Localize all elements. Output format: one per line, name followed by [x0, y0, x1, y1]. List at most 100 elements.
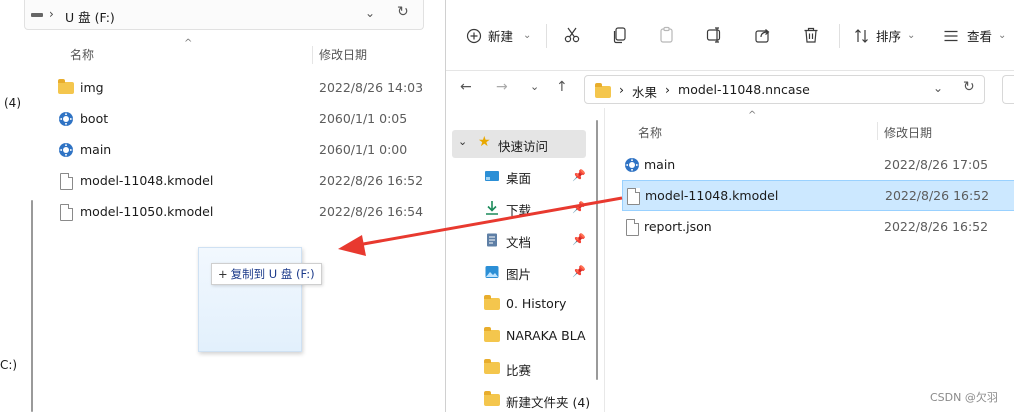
- file-row-main[interactable]: main 2060/1/1 0:00: [36, 135, 436, 166]
- column-divider[interactable]: [312, 46, 313, 64]
- cut-button[interactable]: [563, 26, 581, 44]
- nav-item-fragment[interactable]: (4): [4, 96, 21, 110]
- toolbar-divider: [546, 24, 547, 48]
- file-date: 2022/8/26 17:05: [884, 157, 989, 172]
- nav-item-folder[interactable]: 0. History: [446, 288, 586, 320]
- file-date: 2022/8/26 16:52: [319, 173, 424, 188]
- pin-icon[interactable]: 📌: [572, 265, 586, 278]
- nav-item-pictures[interactable]: 图片 📌: [446, 256, 586, 288]
- nav-item-documents[interactable]: 文档 📌: [446, 224, 586, 256]
- left-file-list: ^ 名称 修改日期 img 2022/8/26 14:03 boot 2060/…: [36, 38, 436, 412]
- chevron-down-icon[interactable]: ⌄: [933, 81, 943, 95]
- breadcrumb: › 水果 › model-11048.nncase: [619, 82, 810, 101]
- nav-label: NARAKA BLA: [506, 328, 586, 343]
- recent-locations-icon[interactable]: ⌄: [530, 80, 539, 93]
- sort-up-icon[interactable]: ^: [184, 38, 192, 49]
- rename-icon: [706, 27, 721, 43]
- command-bar: 新建 ⌄ 排序 ⌄ 查看 ⌄: [446, 0, 1014, 71]
- share-button[interactable]: [754, 26, 772, 44]
- gear-icon: [58, 111, 74, 127]
- file-icon: [58, 173, 74, 190]
- nav-item-fragment[interactable]: C:): [0, 358, 17, 372]
- toolbar-divider: [839, 24, 840, 48]
- chevron-down-icon: ⌄: [523, 30, 532, 41]
- file-row-report-json[interactable]: report.json 2022/8/26 16:52: [622, 212, 1014, 243]
- folder-icon: [484, 359, 500, 376]
- chevron-down-icon[interactable]: ⌄: [365, 6, 375, 20]
- new-button[interactable]: 新建 ⌄: [466, 26, 531, 45]
- file-date: 2022/8/26 16:52: [885, 188, 990, 203]
- file-name: model-11048.kmodel: [80, 173, 214, 188]
- folder-icon: [484, 327, 500, 344]
- nav-item-folder[interactable]: 新建文件夹 (4): [446, 384, 590, 416]
- sort-button[interactable]: 排序 ⌄: [854, 26, 915, 45]
- breadcrumb-separator: ›: [665, 82, 671, 97]
- address-path[interactable]: U 盘 (F:): [65, 7, 115, 26]
- file-row-model-11048-selected[interactable]: model-11048.kmodel 2022/8/26 16:52: [622, 180, 1014, 211]
- search-box[interactable]: [1002, 75, 1014, 104]
- file-name: img: [80, 80, 104, 95]
- address-separator: ›: [49, 7, 54, 21]
- nav-label: 新建文件夹 (4): [506, 395, 590, 410]
- file-name: model-11048.kmodel: [645, 188, 779, 203]
- pin-icon[interactable]: 📌: [572, 233, 586, 246]
- paste-icon: [660, 26, 673, 43]
- refresh-icon[interactable]: ↻: [397, 4, 409, 20]
- file-row-main[interactable]: main 2022/8/26 17:05: [622, 150, 1014, 181]
- watermark: CSDN @欠羽: [930, 391, 998, 404]
- pin-icon[interactable]: 📌: [572, 201, 586, 214]
- column-header-date[interactable]: 修改日期: [884, 124, 932, 141]
- column-header-date[interactable]: 修改日期: [319, 46, 367, 63]
- column-header-name[interactable]: 名称: [638, 124, 662, 141]
- pane-divider[interactable]: [604, 108, 605, 412]
- view-button[interactable]: 查看 ⌄: [943, 26, 1006, 45]
- column-header-name[interactable]: 名称: [70, 46, 94, 63]
- view-list-icon: [944, 30, 958, 41]
- refresh-icon[interactable]: ↻: [963, 79, 975, 95]
- breadcrumb-item[interactable]: model-11048.nncase: [678, 82, 810, 101]
- trash-icon: [804, 27, 818, 43]
- folder-icon: [484, 391, 500, 408]
- sort-up-icon[interactable]: ^: [748, 110, 756, 121]
- navigation-bar: ← → ⌄ ↑ › 水果 › model-11048.nncase ⌄ ↻: [446, 70, 1014, 108]
- view-label: 查看: [967, 29, 993, 44]
- nav-quick-access[interactable]: ⌄ ★ 快速访问: [452, 130, 586, 158]
- rename-button[interactable]: [706, 26, 724, 44]
- left-address-bar[interactable]: › U 盘 (F:) ⌄ ↻: [24, 0, 424, 30]
- file-row-img[interactable]: img 2022/8/26 14:03: [36, 73, 436, 104]
- breadcrumb-separator: ›: [619, 82, 624, 97]
- forward-arrow-icon[interactable]: →: [496, 79, 508, 95]
- column-divider[interactable]: [877, 122, 878, 140]
- nav-item-desktop[interactable]: 桌面 📌: [446, 160, 586, 192]
- copy-button[interactable]: [611, 26, 629, 44]
- picture-icon: [485, 266, 499, 278]
- file-row-model-11050[interactable]: model-11050.kmodel 2022/8/26 16:54: [36, 197, 436, 228]
- folder-icon: [484, 295, 500, 312]
- nav-item-folder[interactable]: 比赛: [446, 352, 586, 384]
- new-label: 新建: [488, 29, 514, 44]
- delete-button[interactable]: [802, 26, 820, 44]
- breadcrumb-item[interactable]: 水果: [632, 82, 657, 101]
- file-date: 2022/8/26 14:03: [319, 80, 424, 95]
- file-name: report.json: [644, 219, 712, 234]
- address-bar[interactable]: › 水果 › model-11048.nncase ⌄ ↻: [584, 75, 985, 104]
- file-name: main: [644, 157, 676, 172]
- download-icon: [486, 201, 498, 215]
- nav-item-folder[interactable]: NARAKA BLA: [446, 320, 586, 352]
- file-row-model-11048[interactable]: model-11048.kmodel 2022/8/26 16:52: [36, 166, 436, 197]
- sort-label: 排序: [876, 29, 902, 44]
- file-icon: [58, 204, 74, 221]
- scissors-icon: [564, 27, 580, 43]
- paste-button[interactable]: [658, 26, 676, 44]
- nav-label: 0. History: [506, 296, 567, 311]
- up-arrow-icon[interactable]: ↑: [556, 79, 568, 95]
- pin-icon[interactable]: 📌: [572, 169, 586, 182]
- nav-scrollbar[interactable]: [31, 200, 33, 412]
- nav-pane: ⌄ ★ 快速访问 桌面 📌 下载 📌 文档 📌 图片 📌 0. History: [446, 120, 601, 412]
- file-icon: [624, 219, 640, 236]
- nav-item-downloads[interactable]: 下载 📌: [446, 192, 586, 224]
- file-date: 2060/1/1 0:00: [319, 142, 408, 157]
- nav-scrollbar[interactable]: [596, 120, 598, 380]
- back-arrow-icon[interactable]: ←: [460, 79, 472, 95]
- file-row-boot[interactable]: boot 2060/1/1 0:05: [36, 104, 436, 135]
